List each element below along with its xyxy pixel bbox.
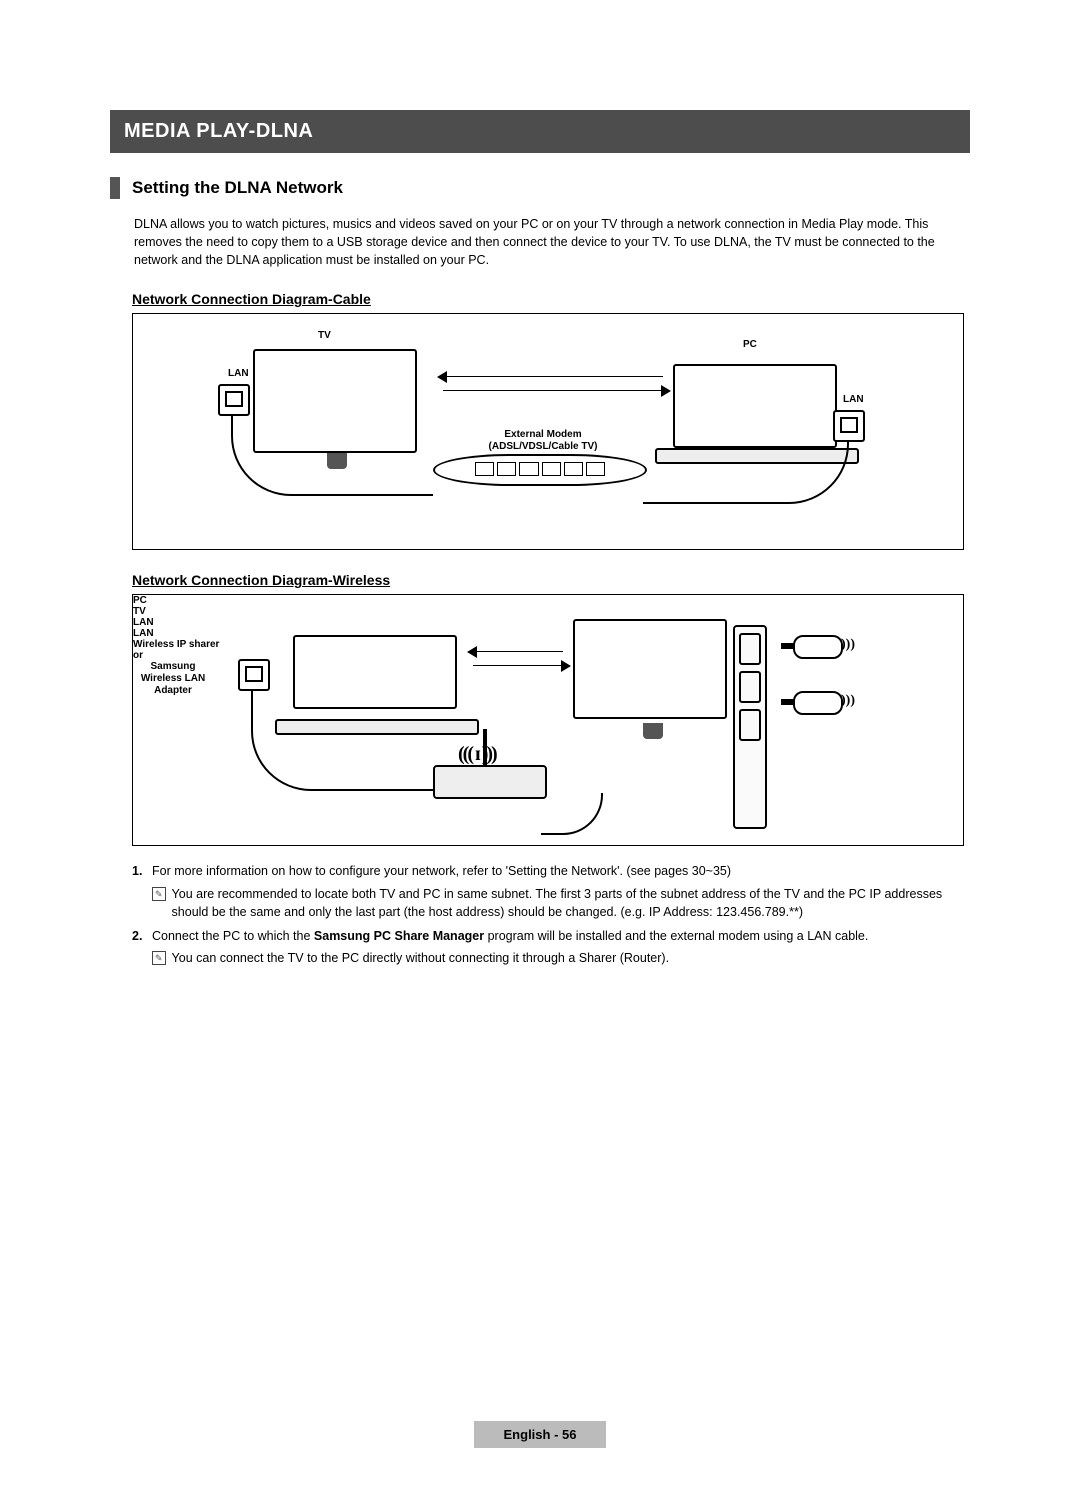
lan-port-icon bbox=[833, 410, 865, 442]
cable-line bbox=[541, 793, 603, 835]
subheader-block-icon bbox=[110, 177, 120, 199]
subheader-text: Setting the DLNA Network bbox=[132, 178, 343, 198]
modem-icon bbox=[433, 454, 647, 486]
cable-line bbox=[231, 414, 433, 496]
diagram-cable-title: Network Connection Diagram-Cable bbox=[132, 291, 970, 307]
note-sub-text: You can connect the TV to the PC directl… bbox=[172, 949, 670, 967]
intro-paragraph: DLNA allows you to watch pictures, music… bbox=[134, 215, 970, 269]
router-icon bbox=[433, 765, 547, 799]
lan-port-icon bbox=[218, 384, 250, 416]
note-text-b: program will be installed and the extern… bbox=[484, 929, 868, 943]
diagram-cable: TV PC LAN LAN External Modem (ADSL/VDSL/… bbox=[132, 313, 964, 550]
wireless-adapter-icon bbox=[793, 691, 843, 715]
cable-line bbox=[251, 689, 433, 791]
list-item: 2. Connect the PC to which the Samsung P… bbox=[132, 927, 970, 967]
label-lan-left: LAN bbox=[228, 368, 249, 379]
label-adapter-l3: Adapter bbox=[154, 685, 192, 696]
diagram-wireless: PC TV LAN LAN Wireless IP sharer or Sams… bbox=[132, 594, 964, 846]
label-tv: TV bbox=[133, 606, 963, 617]
label-modem: External Modem (ADSL/VDSL/Cable TV) bbox=[473, 429, 613, 453]
arrow-head-icon bbox=[661, 385, 671, 397]
notes-list: 1. For more information on how to config… bbox=[132, 862, 970, 967]
wireless-adapter-icon bbox=[793, 635, 843, 659]
note-mark-icon: ✎ bbox=[152, 951, 166, 965]
diagram-wireless-title: Network Connection Diagram-Wireless bbox=[132, 572, 970, 588]
note-text-bold: Samsung PC Share Manager bbox=[314, 929, 484, 943]
label-adapter: Samsung Wireless LAN Adapter bbox=[133, 661, 213, 697]
arrow-line bbox=[473, 665, 563, 666]
arrow-head-icon bbox=[467, 646, 477, 658]
label-adapter-l2: Wireless LAN bbox=[141, 673, 205, 684]
label-modem-l1: External Modem bbox=[504, 429, 581, 440]
note-sub: ✎ You are recommended to locate both TV … bbox=[152, 885, 970, 921]
arrow-line bbox=[473, 651, 563, 652]
label-lan-right: LAN bbox=[843, 394, 864, 405]
note-text: Connect the PC to which the Samsung PC S… bbox=[152, 927, 970, 945]
list-number: 2. bbox=[132, 927, 152, 967]
page-footer: English - 56 bbox=[0, 1421, 1080, 1448]
list-number: 1. bbox=[132, 862, 152, 920]
tv-ports-icon bbox=[733, 625, 767, 829]
page-number: English - 56 bbox=[474, 1421, 607, 1448]
label-lan-pc: LAN bbox=[133, 617, 963, 628]
label-pc: PC bbox=[133, 595, 963, 606]
wifi-icon: ((( ɪ ))) bbox=[458, 743, 496, 766]
arrow-head-icon bbox=[561, 660, 571, 672]
cable-line bbox=[643, 442, 849, 504]
note-sub-text: You are recommended to locate both TV an… bbox=[172, 885, 970, 921]
arrow-head-icon bbox=[437, 371, 447, 383]
note-mark-icon: ✎ bbox=[152, 887, 166, 901]
label-adapter-l1: Samsung bbox=[150, 661, 195, 672]
arrow-line bbox=[443, 376, 663, 377]
laptop-icon bbox=[673, 364, 837, 448]
label-tv: TV bbox=[318, 330, 331, 341]
section-header: MEDIA PLAY-DLNA bbox=[110, 110, 970, 153]
arrow-line bbox=[443, 390, 663, 391]
tv-icon bbox=[573, 619, 727, 719]
list-item: 1. For more information on how to config… bbox=[132, 862, 970, 920]
subheader: Setting the DLNA Network bbox=[110, 177, 970, 199]
note-sub: ✎ You can connect the TV to the PC direc… bbox=[152, 949, 970, 967]
note-text: For more information on how to configure… bbox=[152, 862, 970, 880]
label-modem-l2: (ADSL/VDSL/Cable TV) bbox=[489, 441, 598, 452]
lan-port-icon bbox=[238, 659, 270, 691]
label-pc: PC bbox=[743, 339, 757, 350]
note-text-a: Connect the PC to which the bbox=[152, 929, 314, 943]
